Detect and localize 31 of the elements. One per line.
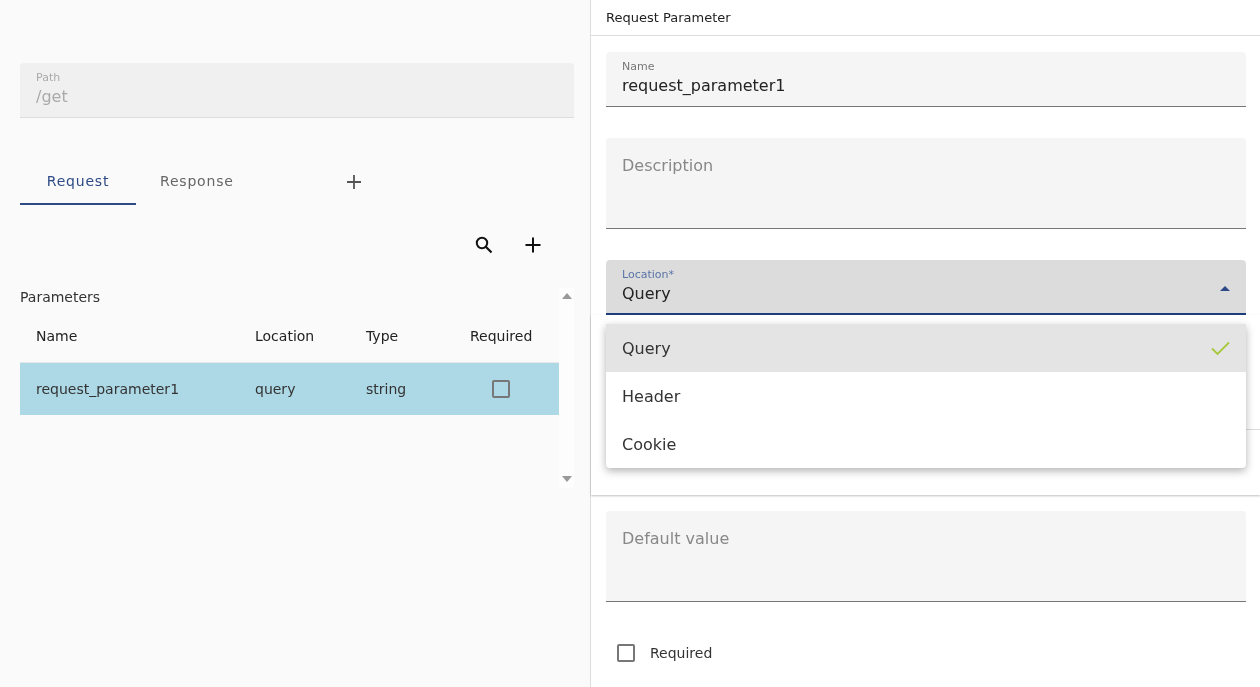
table-cell-text: string xyxy=(365,381,408,397)
tab[interactable]: Request xyxy=(20,158,136,205)
field-label: Path xyxy=(36,71,61,85)
search-icon[interactable] xyxy=(475,236,493,254)
dropdown-option[interactable]: Header xyxy=(606,372,1246,420)
column-header: Location xyxy=(254,328,316,344)
plus-icon[interactable] xyxy=(524,236,542,254)
location-select[interactable]: Location* Query xyxy=(606,260,1246,315)
checkbox[interactable] xyxy=(492,380,510,398)
dropdown-option[interactable]: Query xyxy=(606,324,1246,372)
scroll-down-arrow-icon[interactable] xyxy=(561,476,572,482)
column-header: Required xyxy=(469,328,534,344)
field-label: Location* xyxy=(622,268,675,282)
column-header: Name xyxy=(35,328,79,344)
dropdown-option[interactable]: Cookie xyxy=(606,420,1246,468)
description-field[interactable]: Description xyxy=(606,138,1246,229)
plus-icon[interactable] xyxy=(345,173,362,190)
scroll-up-arrow-icon[interactable] xyxy=(561,293,572,299)
panel-title: Request Parameter xyxy=(591,0,1260,36)
default-value-field[interactable]: Default value xyxy=(606,511,1246,602)
field-label: Name xyxy=(622,60,655,74)
tab[interactable]: Response xyxy=(136,158,258,205)
check-icon xyxy=(1211,340,1230,356)
table-cell-text: request_parameter1 xyxy=(35,381,181,397)
table-cell-text: query xyxy=(254,381,297,397)
table-row[interactable]: request_parameter1 query string xyxy=(20,363,559,415)
checkbox[interactable] xyxy=(617,644,635,662)
checkbox-label: Required xyxy=(650,645,713,661)
section-title: Parameters xyxy=(20,288,101,306)
name-field[interactable]: Name request_parameter1 xyxy=(606,52,1246,107)
column-header: Type xyxy=(365,328,400,344)
